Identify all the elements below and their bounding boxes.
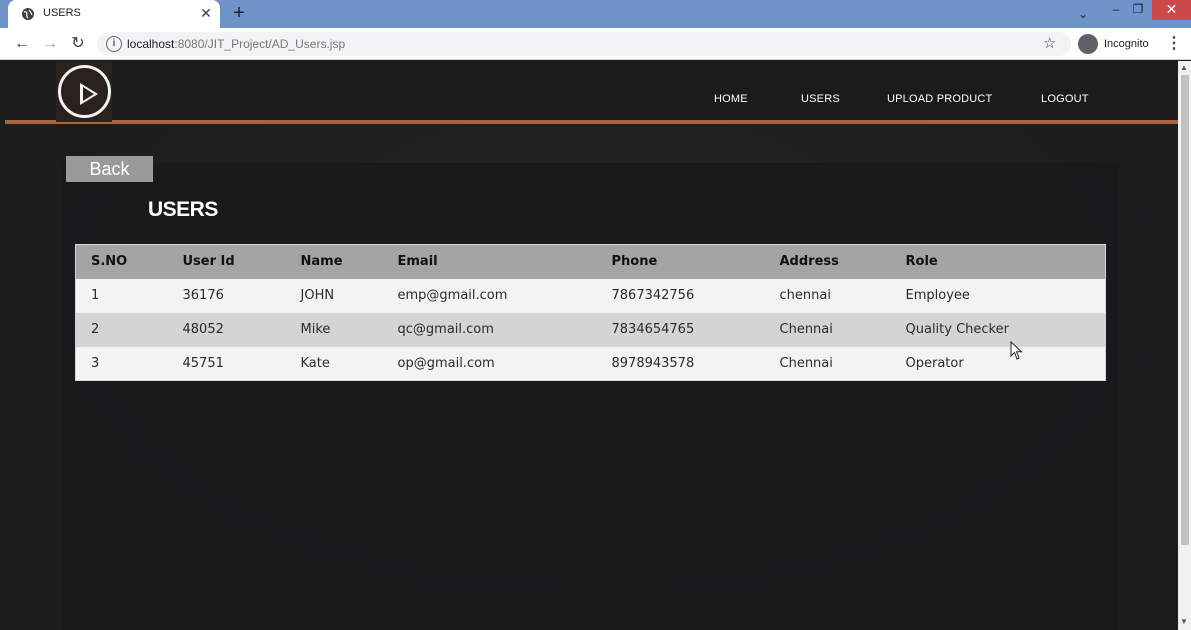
cell-sno: 1	[91, 288, 100, 303]
nav-upload-product[interactable]: UPLOAD PRODUCT	[887, 93, 992, 105]
header-phone: Phone	[596, 244, 765, 279]
profile-label: Incognito	[1104, 38, 1149, 50]
table-header-row: S.NO User Id Name Email Phone Address Ro…	[75, 244, 1106, 279]
header-address: Address	[764, 244, 891, 279]
close-window-icon[interactable]: ✕	[1152, 0, 1191, 20]
cell-role: Operator	[905, 355, 964, 371]
site-header	[5, 61, 1178, 122]
nav-users[interactable]: USERS	[801, 93, 840, 105]
cell-sno: 2	[75, 312, 168, 347]
cell-address: chennai	[779, 288, 831, 303]
cell-address: Chennai	[764, 312, 891, 347]
content-panel	[61, 163, 1119, 630]
cell-name: JOHN	[300, 288, 335, 303]
cell-email: emp@gmail.com	[397, 288, 508, 303]
logo-circle	[58, 65, 111, 118]
table-row: 3 45751 Kate op@gmail.com 8978943578 Che…	[76, 347, 1106, 381]
nav-home[interactable]: HOME	[714, 93, 748, 105]
nav-logout[interactable]: LOGOUT	[1041, 93, 1089, 105]
bookmark-star-icon[interactable]: ☆	[1043, 34, 1056, 52]
browser-toolbar: ← → ↻ i localhost:8080/JIT_Project/AD_Us…	[0, 28, 1191, 60]
table-row: 2 48052 Mike qc@gmail.com 7834654765 Che…	[75, 312, 1106, 347]
cell-email: op@gmail.com	[397, 355, 495, 371]
info-icon[interactable]: i	[106, 36, 122, 52]
play-icon	[80, 83, 98, 105]
new-tab-icon[interactable]: +	[229, 3, 249, 23]
cell-role: Employee	[905, 288, 970, 303]
scroll-up-arrow-icon[interactable]: ▲	[1180, 63, 1188, 72]
cell-name: Kate	[300, 355, 330, 371]
scroll-down-arrow-icon[interactable]: ▼	[1180, 617, 1188, 626]
header-user-id: User Id	[167, 244, 286, 279]
users-table: S.NO User Id Name Email Phone Address Ro…	[75, 244, 1106, 381]
cell-address: Chennai	[779, 355, 833, 371]
table-row: 1 36176 JOHN emp@gmail.com 7867342756 ch…	[76, 279, 1106, 313]
address-bar[interactable]: i localhost:8080/JIT_Project/AD_Users.js…	[97, 32, 1071, 56]
cell-user-id: 45751	[182, 355, 224, 371]
cell-phone: 7834654765	[596, 312, 765, 347]
cell-name: Mike	[285, 312, 383, 347]
incognito-icon[interactable]	[1078, 34, 1098, 54]
globe-icon	[22, 8, 34, 20]
restore-icon[interactable]: ❐	[1129, 0, 1147, 20]
reload-icon[interactable]: ↻	[68, 34, 88, 54]
cell-user-id: 48052	[167, 312, 286, 347]
chevron-down-icon[interactable]: ⌄	[1074, 5, 1092, 23]
page-title: USERS	[148, 198, 218, 221]
cell-phone: 7867342756	[611, 288, 695, 303]
header-name: Name	[285, 244, 383, 279]
tab-title: USERS	[43, 7, 81, 19]
back-button[interactable]: Back	[66, 156, 153, 182]
cell-user-id: 36176	[182, 288, 224, 303]
close-tab-icon[interactable]: ✕	[197, 4, 215, 22]
cell-email: qc@gmail.com	[382, 312, 597, 347]
forward-arrow-icon[interactable]: →	[40, 34, 60, 54]
header-email: Email	[382, 244, 597, 279]
header-accent-line	[5, 120, 1178, 124]
page-viewport: HOME USERS UPLOAD PRODUCT LOGOUT Back US…	[0, 61, 1191, 630]
kebab-menu-icon[interactable]: ⋮	[1166, 34, 1182, 54]
browser-tabstrip: USERS ✕ + ⌄ – ❐ ✕	[0, 0, 1191, 28]
vertical-scrollbar[interactable]: ▲ ▼	[1178, 61, 1191, 630]
cell-sno: 3	[91, 355, 100, 371]
header-sno: S.NO	[75, 244, 168, 279]
minimize-icon[interactable]: –	[1108, 0, 1124, 20]
browser-tab[interactable]: USERS ✕	[8, 0, 220, 28]
cell-role: Quality Checker	[890, 312, 1106, 347]
back-arrow-icon[interactable]: ←	[12, 34, 32, 54]
scrollbar-thumb[interactable]	[1181, 75, 1189, 545]
site-logo[interactable]	[56, 61, 112, 122]
url-text: localhost:8080/JIT_Project/AD_Users.jsp	[127, 37, 346, 51]
header-role: Role	[890, 244, 1106, 279]
cell-phone: 8978943578	[611, 355, 695, 371]
